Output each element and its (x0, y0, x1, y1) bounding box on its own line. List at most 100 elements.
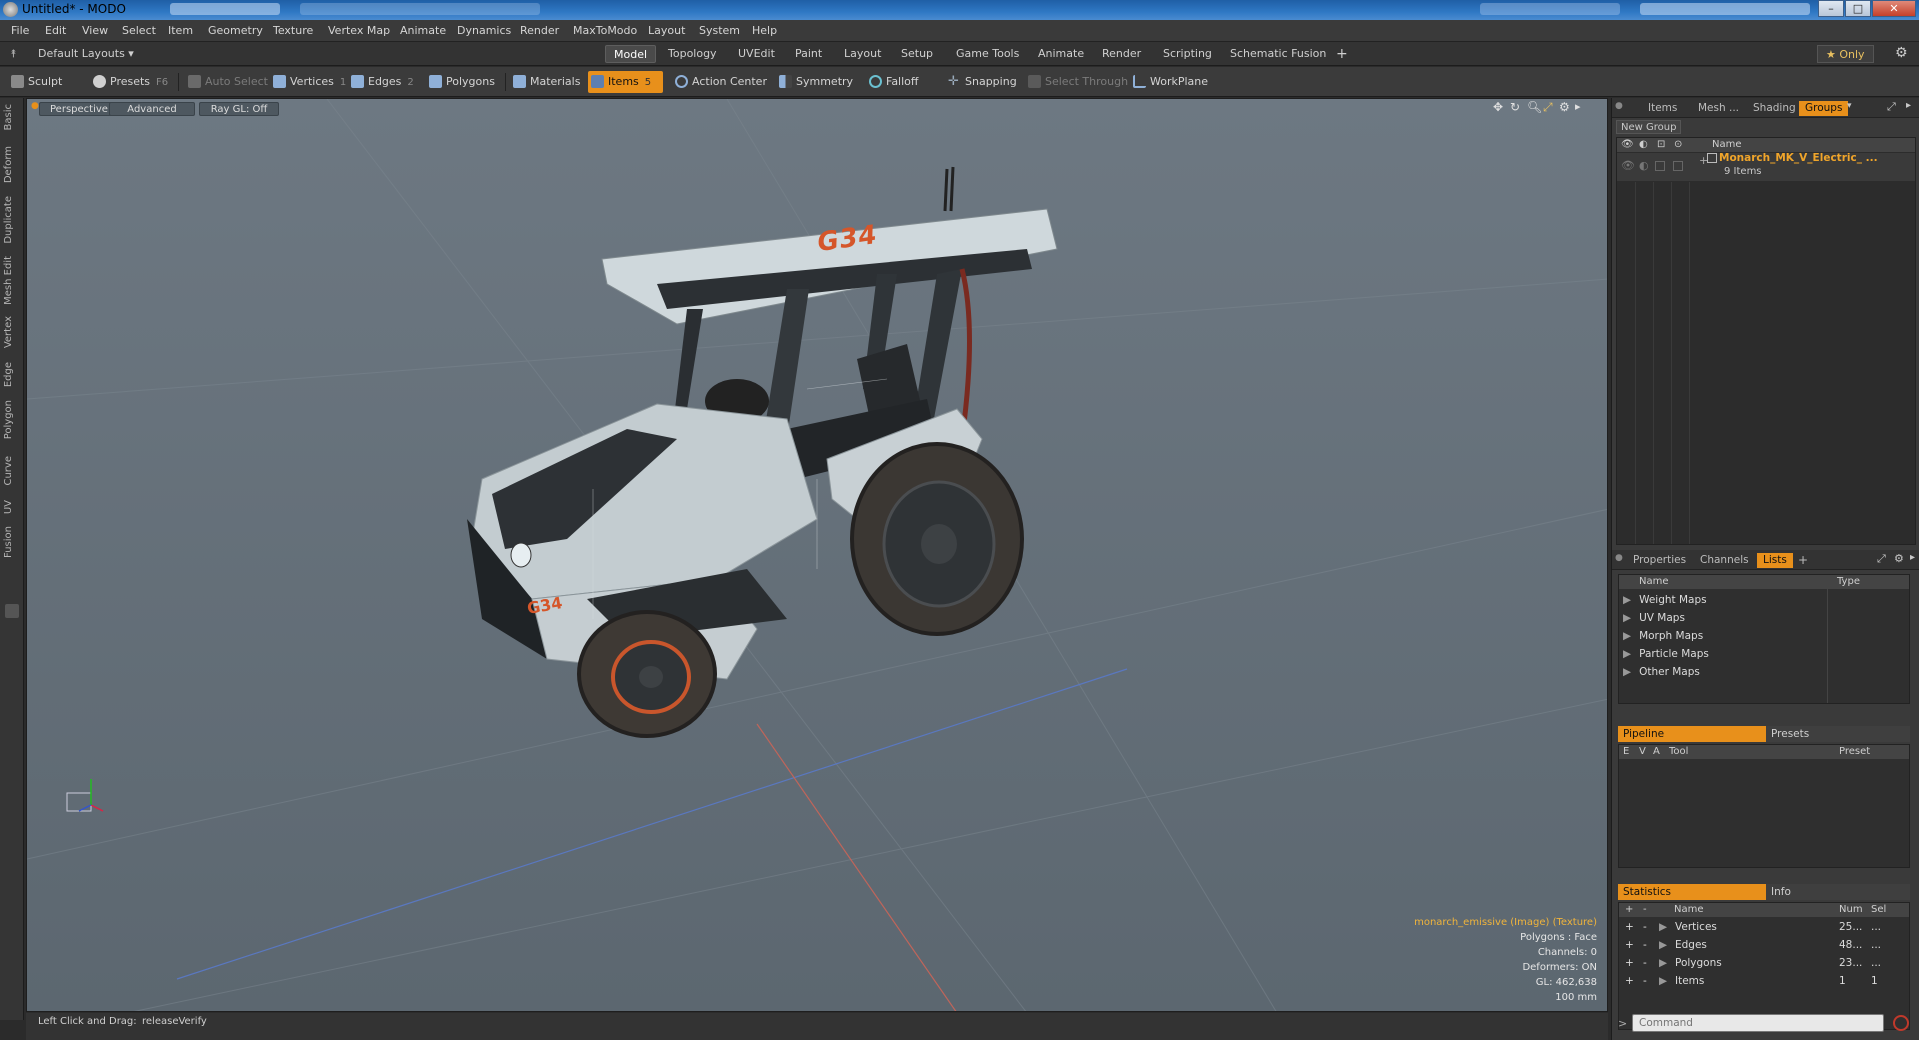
vtab-basic[interactable]: Basic (3, 104, 19, 130)
raygl-dropdown[interactable]: Ray GL: Off (199, 102, 279, 116)
menu-file[interactable]: File (11, 24, 29, 37)
vtab-uv[interactable]: UV (3, 500, 19, 514)
menu-layout[interactable]: Layout (648, 24, 685, 37)
select-checkbox[interactable] (1673, 161, 1683, 171)
pan-icon[interactable]: ✥ (1493, 100, 1503, 114)
menu-maxtomodo[interactable]: MaxToModo (573, 24, 637, 37)
vtab-mesh-edit[interactable]: Mesh Edit (3, 256, 19, 305)
panel-dot-icon[interactable]: ● (1615, 553, 1623, 563)
tab-model[interactable]: Model (605, 45, 657, 63)
record-icon[interactable] (1893, 1015, 1909, 1031)
row-add[interactable]: + (1625, 918, 1634, 936)
expand-arrow-icon[interactable]: ▶ (1623, 630, 1631, 642)
tab-presets[interactable]: Presets (1766, 726, 1910, 742)
row-remove[interactable]: - (1643, 954, 1647, 972)
list-item[interactable]: ▶ Weight Maps (1623, 591, 1707, 609)
3d-viewport[interactable]: G34 G34 ● Perspective Advanced Ray GL: O… (26, 98, 1608, 1012)
list-item[interactable]: ▶ UV Maps (1623, 609, 1685, 627)
tab-info[interactable]: Info (1766, 884, 1910, 900)
expand-arrow-icon[interactable]: ▶ (1659, 918, 1667, 936)
list-item[interactable]: ▶ Particle Maps (1623, 645, 1709, 663)
expand-arrow-icon[interactable]: ▶ (1659, 972, 1667, 990)
menu-dynamics[interactable]: Dynamics (457, 24, 511, 37)
panel-arrow-icon[interactable]: ▸ (1910, 552, 1915, 563)
auto-select-button[interactable]: Auto Select (185, 71, 268, 93)
menu-help[interactable]: Help (752, 24, 777, 37)
tab-game-tools[interactable]: Game Tools (948, 45, 1027, 63)
presets-button[interactable]: Presets F6 (90, 71, 168, 93)
menu-item[interactable]: Item (168, 24, 193, 37)
panel-arrow-icon[interactable]: ▸ (1906, 100, 1911, 111)
tab-pipeline[interactable]: Pipeline (1618, 726, 1766, 742)
list-item[interactable]: ▶ Morph Maps (1623, 627, 1703, 645)
menu-system[interactable]: System (699, 24, 740, 37)
tab-paint[interactable]: Paint (787, 45, 830, 63)
panel-toggle-icon[interactable] (5, 604, 19, 618)
vtab-fusion[interactable]: Fusion (3, 526, 19, 558)
panel-expand-icon[interactable]: ⤢ (1877, 552, 1886, 566)
falloff-button[interactable]: Falloff (866, 71, 918, 93)
items-button[interactable]: Items 5 (588, 71, 664, 93)
tab-lists[interactable]: Lists (1757, 553, 1793, 568)
gear-icon[interactable]: ⚙ (1895, 45, 1908, 61)
minimize-button[interactable]: – (1818, 0, 1844, 17)
panel-expand-icon[interactable]: ⤢ (1887, 100, 1896, 114)
visibility-eye-icon[interactable]: 👁︎ (1621, 159, 1635, 172)
view-type-dropdown[interactable]: Perspective (39, 102, 115, 116)
shading-dropdown[interactable]: Advanced (109, 102, 195, 116)
row-add[interactable]: + (1625, 936, 1634, 954)
menu-edit[interactable]: Edit (45, 24, 66, 37)
tab-items[interactable]: Items (1642, 101, 1683, 116)
vtab-duplicate[interactable]: Duplicate (3, 196, 19, 244)
expand-arrow-icon[interactable]: ▶ (1623, 594, 1631, 606)
default-layouts-dropdown[interactable]: Default Layouts ▾ (30, 45, 142, 63)
maximize-viewport-icon[interactable]: ⤢ (1543, 100, 1553, 115)
viewport-menu-dot-icon[interactable]: ● (31, 101, 39, 111)
symmetry-button[interactable]: Symmetry (776, 71, 853, 93)
expand-arrow-icon[interactable]: ▶ (1623, 648, 1631, 660)
tab-topology[interactable]: Topology (660, 45, 725, 63)
render-icon[interactable]: ◐ (1639, 159, 1649, 172)
row-remove[interactable]: - (1643, 936, 1647, 954)
tab-schematic-fusion[interactable]: Schematic Fusion (1222, 45, 1334, 63)
panel-settings-icon[interactable]: ⚙ (1894, 552, 1904, 565)
materials-button[interactable]: Materials (510, 71, 580, 93)
vtab-edge[interactable]: Edge (3, 362, 19, 387)
menu-view[interactable]: View (82, 24, 108, 37)
maximize-button[interactable]: □ (1845, 0, 1871, 17)
group-row[interactable]: 👁︎ ◐ + Monarch_MK_V_Electric_ ... 9 Item… (1617, 152, 1915, 181)
tab-shading[interactable]: Shading (1747, 101, 1802, 116)
tab-render[interactable]: Render (1094, 45, 1149, 63)
zoom-icon[interactable]: 🔍︎ (1527, 100, 1542, 114)
rotate-icon[interactable]: ↻ (1510, 100, 1520, 114)
action-center-button[interactable]: Action Center (672, 71, 767, 93)
row-add[interactable]: + (1625, 972, 1634, 990)
select-through-button[interactable]: Select Through (1025, 71, 1128, 93)
expand-arrow-icon[interactable]: ▶ (1623, 666, 1631, 678)
new-group-button[interactable]: New Group (1616, 120, 1682, 134)
menu-render[interactable]: Render (520, 24, 559, 37)
vtab-curve[interactable]: Curve (3, 456, 19, 486)
row-remove[interactable]: - (1643, 918, 1647, 936)
expand-arrow-icon[interactable]: ▶ (1623, 612, 1631, 624)
menu-vertex-map[interactable]: Vertex Map (328, 24, 390, 37)
row-add[interactable]: + (1625, 954, 1634, 972)
vtab-polygon[interactable]: Polygon (3, 400, 19, 439)
menu-animate[interactable]: Animate (400, 24, 446, 37)
menu-select[interactable]: Select (122, 24, 156, 37)
panel-dot-icon[interactable]: ● (1615, 101, 1623, 111)
sculpt-button[interactable]: Sculpt (8, 71, 62, 93)
viewport-expand-icon[interactable]: ▸ (1575, 100, 1581, 113)
menu-geometry[interactable]: Geometry (208, 24, 263, 37)
tab-setup[interactable]: Setup (893, 45, 941, 63)
snapping-button[interactable]: ✛ Snapping (945, 71, 1017, 93)
tab-mesh[interactable]: Mesh ... (1692, 101, 1745, 116)
tab-groups[interactable]: Groups (1799, 101, 1849, 116)
tab-animate[interactable]: Animate (1030, 45, 1092, 63)
vtab-deform[interactable]: Deform (3, 146, 19, 183)
command-input[interactable] (1632, 1014, 1884, 1032)
tabs-dropdown-icon[interactable]: ▾ (1847, 101, 1852, 111)
add-tab-button[interactable]: + (1792, 553, 1814, 568)
tab-scripting[interactable]: Scripting (1155, 45, 1220, 63)
tab-statistics[interactable]: Statistics (1618, 884, 1766, 900)
